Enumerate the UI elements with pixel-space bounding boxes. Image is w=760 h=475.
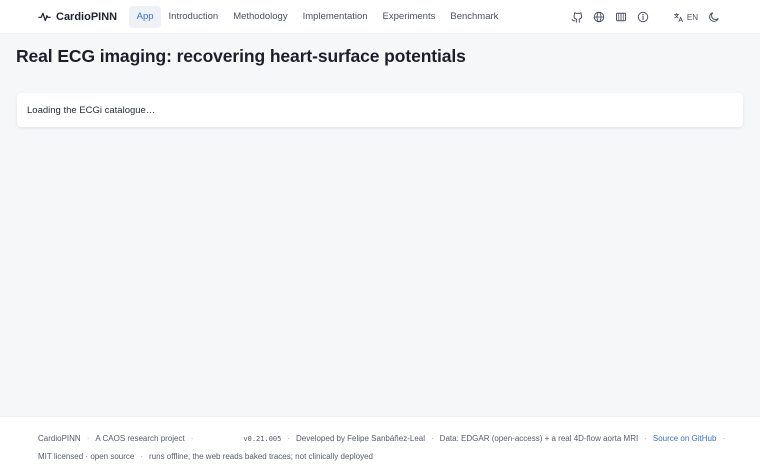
info-icon[interactable] [637, 11, 649, 23]
toolbar-icons: EN [571, 0, 720, 34]
separator: · [431, 434, 434, 443]
globe-icon[interactable] [593, 11, 605, 23]
heartbeat-icon [38, 12, 51, 22]
separator: · [140, 452, 144, 461]
separator: · [287, 434, 291, 443]
nav-methodology[interactable]: Methodology [226, 6, 295, 28]
footer-row: MIT licensed · open source · runs offlin… [38, 452, 373, 461]
page-title: Real ECG imaging: recovering heart-surfa… [16, 46, 466, 66]
separator: · [644, 434, 647, 443]
nav-app[interactable]: App [129, 5, 162, 28]
loading-text: Loading the ECGi catalogue… [27, 104, 156, 116]
footer-project: CardioPINN [38, 434, 81, 443]
separator: · [86, 434, 90, 443]
footer-developer: Developed by Felipe Sanbáñez-Leal [296, 434, 425, 443]
language-label: EN [686, 12, 698, 22]
brand-logo[interactable]: CardioPINN [38, 10, 117, 23]
separator: · [190, 434, 194, 443]
top-navbar: CardioPINN App Introduction Methodology … [0, 0, 760, 34]
nav-experiments[interactable]: Experiments [375, 6, 443, 28]
language-switcher[interactable]: EN [673, 12, 698, 23]
github-source-link[interactable]: Source on GitHub [653, 434, 717, 443]
footer-license: MIT licensed · open source [38, 452, 135, 461]
book-icon[interactable] [615, 11, 627, 23]
github-icon[interactable] [571, 11, 583, 23]
nav-implementation[interactable]: Implementation [295, 6, 375, 28]
footer-offline-note: runs offline, the web reads baked traces… [149, 452, 373, 461]
separator: · [722, 434, 726, 443]
moon-icon[interactable] [708, 11, 720, 23]
footer-version: v0.21.005 [243, 434, 282, 443]
catalogue-card: Loading the ECGi catalogue… [17, 93, 743, 127]
footer-research: A CAOS research project [95, 434, 185, 443]
footer-row: CardioPINN · A CAOS research project · v… [38, 434, 731, 443]
nav-benchmark[interactable]: Benchmark [443, 6, 506, 28]
footer-data: Data: EDGAR (open-access) + a real 4D-fl… [439, 434, 639, 443]
main-nav: App Introduction Methodology Implementat… [129, 0, 506, 33]
translate-icon [673, 12, 683, 22]
footer: CardioPINN · A CAOS research project · v… [0, 416, 760, 475]
brand-name: CardioPINN [56, 10, 118, 23]
nav-introduction[interactable]: Introduction [161, 6, 226, 28]
